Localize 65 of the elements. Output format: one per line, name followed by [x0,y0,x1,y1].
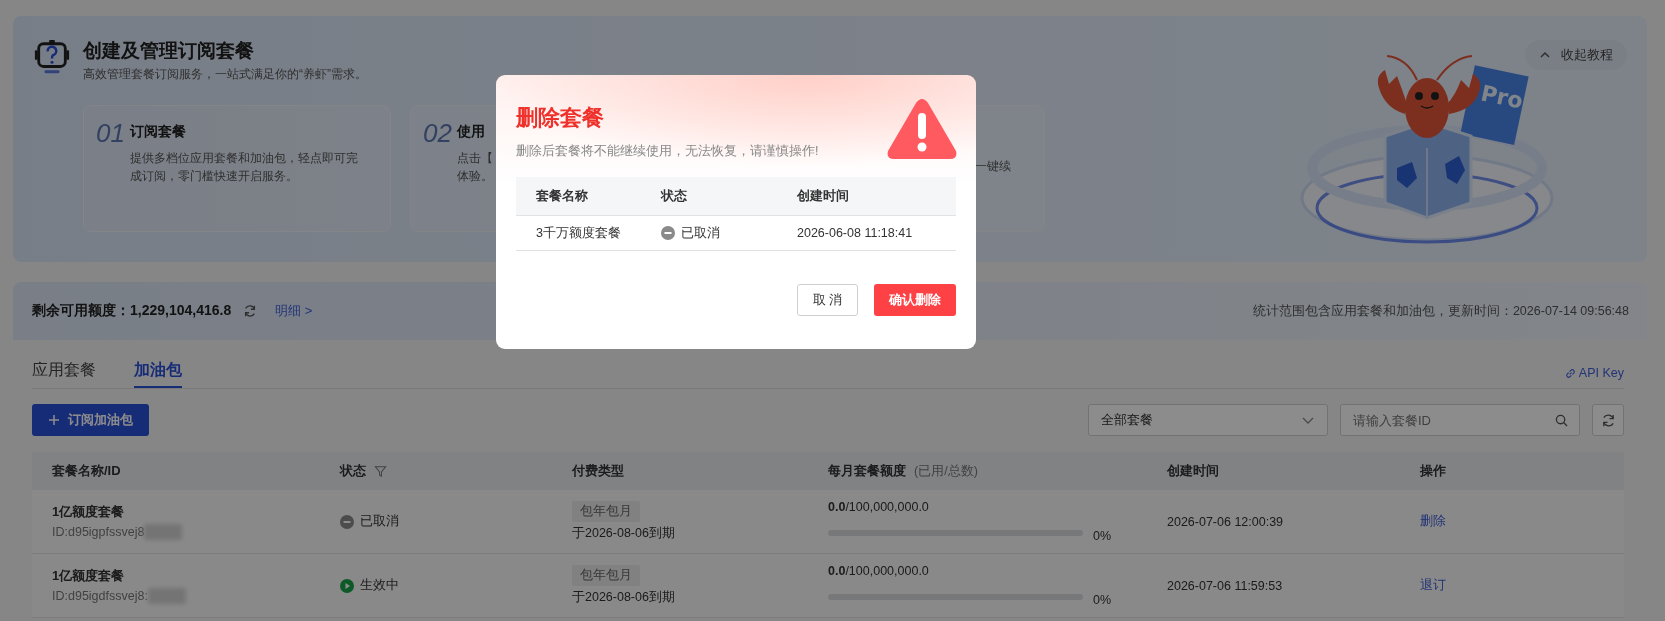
tab[interactable]: 加油包 [134,360,182,388]
quota-note: 统计范围包含应用套餐和加油包，更新时间：2026-07-14 09:56:48 [1252,302,1629,320]
column-header: 套餐名称 [536,187,589,205]
status-text: 已取消 [681,224,720,242]
warning-icon [886,97,958,161]
step-number: 02 [423,120,452,150]
link-icon [1564,367,1576,379]
row-action-link[interactable]: 删除 [1420,513,1446,530]
step-description-line: 成订阅，零门槛快速开启服务。 [129,168,299,185]
status-text: 已取消 [360,513,399,530]
created-time: 2026-07-06 11:59:53 [1167,578,1284,593]
package-id: ID:d95igpfssvej8 [52,525,145,539]
search-icon [1555,414,1568,427]
step-description-line: 体验。 [456,168,493,185]
step-number: 01 [96,120,125,150]
remaining-quota: 剩余可用额度：1,229,104,416.8 [32,302,232,320]
package-name: 1亿额度套餐 [52,567,126,585]
api-key-link[interactable]: API Key [1564,366,1624,380]
row-action-link[interactable]: 退订 [1420,577,1446,594]
column-header: 每月套餐额度 [828,462,906,480]
usage-percent: 0% [1093,529,1112,543]
column-header: 状态 [661,187,688,205]
column-header: 状态 [340,462,366,480]
column-header: 付费类型 [572,462,624,480]
created-time: 2026-07-06 12:00:39 [1167,514,1285,529]
help-icon [33,38,71,76]
step-description-line: 提供多档位应用套餐和加油包，轻点即可完 [129,150,358,167]
banner-title: 创建及管理订阅套餐 [83,39,255,63]
expiry-date: 于2026-08-06到期 [572,589,676,606]
column-header: 创建时间 [1167,462,1219,480]
refresh-icon[interactable] [243,304,258,318]
collapse-tutorial-button[interactable]: 收起教程 [1525,40,1627,70]
cancel-button[interactable]: 取 消 [797,284,858,316]
expiry-date: 于2026-08-06到期 [572,525,676,542]
refresh-button[interactable] [1592,404,1624,436]
status-text: 生效中 [360,577,399,594]
usage-percent: 0% [1093,593,1112,607]
dialog-message: 删除后套餐将不能继续使用，无法恢复，请谨慎操作! [516,143,819,160]
quota-usage: 0.0/100,000,000.0 [828,564,930,578]
column-note: (已用/总数) [914,462,978,480]
step-title: 使用 [456,123,486,141]
search-field[interactable]: 请输入套餐ID [1340,404,1580,436]
column-header: 操作 [1420,462,1446,480]
billing-tag: 包年包月 [572,565,640,586]
column-header: 套餐名称/ID [52,462,121,480]
step-description-line: 点击【 [456,150,493,167]
billing-tag: 包年包月 [572,501,640,522]
package-filter-select[interactable]: 全部套餐 [1088,404,1328,436]
detail-link[interactable]: 明细 > [275,302,313,320]
package-id: ID:d95igdfssvej8: [52,589,148,603]
refresh-icon [1600,412,1616,428]
subscribe-button[interactable]: 订阅加油包 [32,404,149,436]
package-name: 1亿额度套餐 [52,503,126,521]
confirm-delete-button[interactable]: 确认删除 [874,284,956,316]
dialog-title: 删除套餐 [516,104,605,132]
step-title: 订阅套餐 [129,123,187,141]
banner-subtitle: 高效管理套餐订阅服务，一站式满足你的“养虾”需求。 [83,66,367,83]
column-header: 创建时间 [797,187,850,205]
tab[interactable]: 应用套餐 [32,360,96,388]
quota-usage: 0.0/100,000,000.0 [828,500,930,514]
filter-icon[interactable] [374,464,387,478]
created-time: 2026-06-08 11:18:41 [797,226,914,240]
step-description-line: 一键续 [975,158,1011,175]
plus-icon [48,414,60,426]
package-name: 3千万额度套餐 [536,224,622,242]
